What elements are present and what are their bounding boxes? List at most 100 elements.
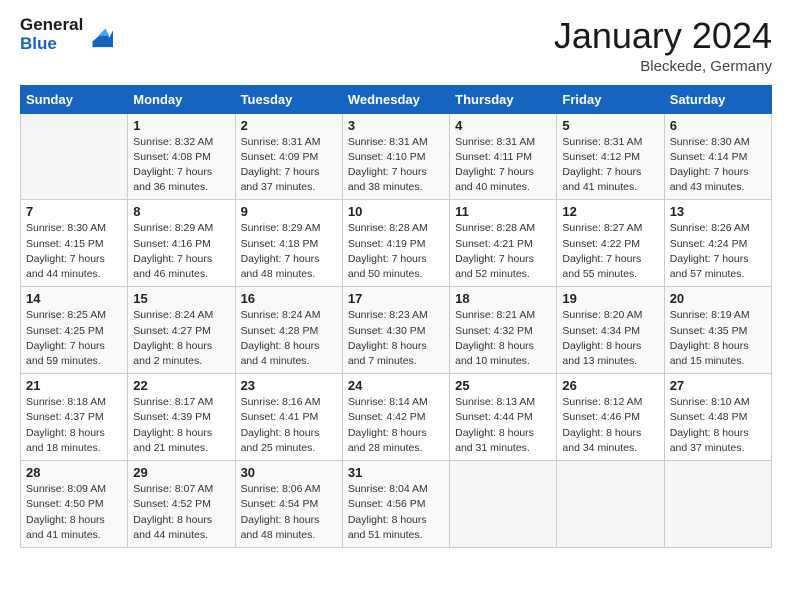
day-info-line: and 36 minutes. (133, 181, 208, 193)
day-number: 10 (348, 204, 444, 219)
day-info-line: Daylight: 8 hours (133, 340, 212, 352)
day-info-line: Daylight: 8 hours (26, 514, 105, 526)
day-info: Sunrise: 8:20 AMSunset: 4:34 PMDaylight:… (562, 308, 658, 369)
day-info-line: Sunrise: 8:30 AM (670, 136, 750, 148)
day-info: Sunrise: 8:24 AMSunset: 4:27 PMDaylight:… (133, 308, 229, 369)
day-cell (450, 461, 557, 548)
day-info-line: Daylight: 8 hours (241, 427, 320, 439)
day-info-line: and 13 minutes. (562, 355, 637, 367)
day-info-line: and 10 minutes. (455, 355, 530, 367)
day-info-line: Sunrise: 8:12 AM (562, 396, 642, 408)
day-info: Sunrise: 8:21 AMSunset: 4:32 PMDaylight:… (455, 308, 551, 369)
day-info-line: Sunset: 4:08 PM (133, 151, 211, 163)
day-info: Sunrise: 8:31 AMSunset: 4:10 PMDaylight:… (348, 135, 444, 196)
day-info-line: Daylight: 7 hours (133, 253, 212, 265)
day-cell: 31Sunrise: 8:04 AMSunset: 4:56 PMDayligh… (342, 461, 449, 548)
day-info-line: Sunrise: 8:13 AM (455, 396, 535, 408)
day-cell: 20 Sunrise: 8:19 AMSunset: 4:35 PMDayligh… (664, 287, 771, 374)
day-number: 9 (241, 204, 337, 219)
week-row-2: 7Sunrise: 8:30 AMSunset: 4:15 PMDaylight… (21, 200, 772, 287)
day-info-line: Sunset: 4:34 PM (562, 325, 640, 337)
day-number: 19 (562, 291, 658, 306)
day-number: 15 (133, 291, 229, 306)
day-info: Sunrise: 8:13 AM Sunset: 4:44 PM Daylight:… (455, 395, 551, 456)
day-info-line: Sunrise: 8:29 AM (241, 222, 321, 234)
day-info-line: Sunset: 4:46 PM (562, 411, 640, 423)
day-info: Sunrise: 8:30 AMSunset: 4:14 PMDaylight:… (670, 135, 766, 196)
day-info-line: Sunset: 4:44 PM (455, 411, 533, 423)
day-info-line: Daylight: 8 hours (455, 427, 534, 439)
day-number: 31 (348, 465, 444, 480)
calendar-header: SundayMondayTuesdayWednesdayThursdayFrid… (21, 85, 772, 113)
day-info: Sunrise: 8:31 AMSunset: 4:12 PMDaylight:… (562, 135, 658, 196)
day-info-line: and 50 minutes. (348, 268, 423, 280)
day-info-line: Sunset: 4:25 PM (26, 325, 104, 337)
day-info-line: Daylight: 8 hours (670, 427, 749, 439)
logo-blue: Blue (20, 35, 83, 54)
day-cell: 14Sunrise: 8:25 AMSunset: 4:25 PMDayligh… (21, 287, 128, 374)
day-number: 18 (455, 291, 551, 306)
day-info-line: and 40 minutes. (455, 181, 530, 193)
day-number: 27 (670, 378, 766, 393)
day-info-line: and 41 minutes. (26, 529, 101, 541)
weekday-header-thursday: Thursday (450, 85, 557, 113)
day-info: Sunrise: 8:31 AMSunset: 4:11 PMDaylight:… (455, 135, 551, 196)
day-cell: 26Sunrise: 8:12 AMSunset: 4:46 PMDayligh… (557, 374, 664, 461)
day-info: Sunrise: 8:28 AMSunset: 4:19 PMDaylight:… (348, 221, 444, 282)
day-number: 20 (670, 291, 766, 306)
calendar-title: January 2024 (554, 16, 772, 56)
day-cell (664, 461, 771, 548)
day-info-line: Daylight: 8 hours (455, 340, 534, 352)
day-info: Sunrise: 8:24 AMSunset: 4:28 PMDaylight:… (241, 308, 337, 369)
day-info-line: Daylight: 7 hours (670, 253, 749, 265)
day-info: Sunrise: 8:31 AMSunset: 4:09 PMDaylight:… (241, 135, 337, 196)
day-info: Sunrise: 8:14 AMSunset: 4:42 PMDaylight:… (348, 395, 444, 456)
day-info-line: Sunrise: 8:06 AM (241, 483, 321, 495)
weekday-header-wednesday: Wednesday (342, 85, 449, 113)
day-number: 21 (26, 378, 122, 393)
day-info-line: Sunset: 4:10 PM (348, 151, 426, 163)
day-info-line: Sunset: 4:30 PM (348, 325, 426, 337)
day-info: Sunrise: 8:10 AMSunset: 4:48 PMDaylight:… (670, 395, 766, 456)
day-cell: 6Sunrise: 8:30 AMSunset: 4:14 PMDaylight… (664, 113, 771, 200)
day-info-line: Sunrise: 8:26 AM (670, 222, 750, 234)
day-cell: 10 Sunrise: 8:28 AMSunset: 4:19 PMDayligh… (342, 200, 449, 287)
day-info-line: Daylight: 7 hours (133, 166, 212, 178)
day-info-line: Sunset: 4:18 PM (241, 238, 319, 250)
day-info-line: and 38 minutes. (348, 181, 423, 193)
day-info-line: Sunset: 4:50 PM (26, 498, 104, 510)
day-info-line: Sunset: 4:54 PM (241, 498, 319, 510)
day-info-line: Daylight: 8 hours (26, 427, 105, 439)
day-info-line: and 25 minutes. (241, 442, 316, 454)
day-info-line: Daylight: 7 hours (241, 166, 320, 178)
day-info-line: Daylight: 8 hours (241, 514, 320, 526)
day-cell: 18 Sunrise: 8:21 AMSunset: 4:32 PMDayligh… (450, 287, 557, 374)
day-info-line: Daylight: 8 hours (241, 340, 320, 352)
day-info-line: Daylight: 7 hours (241, 253, 320, 265)
day-info-line: Sunrise: 8:27 AM (562, 222, 642, 234)
day-number: 24 (348, 378, 444, 393)
day-info-line: Sunrise: 8:20 AM (562, 309, 642, 321)
day-info: Sunrise: 8:06 AM Sunset: 4:54 PM Daylight:… (241, 482, 337, 543)
day-info-line: and 44 minutes. (133, 529, 208, 541)
day-cell: 3Sunrise: 8:31 AMSunset: 4:10 PMDaylight… (342, 113, 449, 200)
day-number: 13 (670, 204, 766, 219)
day-info-line: Sunrise: 8:24 AM (133, 309, 213, 321)
day-info-line: Sunrise: 8:31 AM (348, 136, 428, 148)
day-number: 29 (133, 465, 229, 480)
day-cell: 4Sunrise: 8:31 AMSunset: 4:11 PMDaylight… (450, 113, 557, 200)
day-cell: 5Sunrise: 8:31 AMSunset: 4:12 PMDaylight… (557, 113, 664, 200)
day-info: Sunrise: 8:27 AMSunset: 4:22 PMDaylight:… (562, 221, 658, 282)
day-info-line: and 15 minutes. (670, 355, 745, 367)
weekday-header-friday: Friday (557, 85, 664, 113)
day-cell: 27 Sunrise: 8:10 AMSunset: 4:48 PMDayligh… (664, 374, 771, 461)
weekday-header-saturday: Saturday (664, 85, 771, 113)
day-info-line: Sunset: 4:37 PM (26, 411, 104, 423)
day-cell: 17Sunrise: 8:23 AMSunset: 4:30 PMDayligh… (342, 287, 449, 374)
day-info: Sunrise: 8:19 AMSunset: 4:35 PMDaylight:… (670, 308, 766, 369)
day-cell: 28Sunrise: 8:09 AMSunset: 4:50 PMDayligh… (21, 461, 128, 548)
day-info-line: Sunrise: 8:28 AM (348, 222, 428, 234)
day-cell (21, 113, 128, 200)
day-number: 16 (241, 291, 337, 306)
day-cell: 25Sunrise: 8:13 AMSunset: 4:44 PMDayligh… (450, 374, 557, 461)
